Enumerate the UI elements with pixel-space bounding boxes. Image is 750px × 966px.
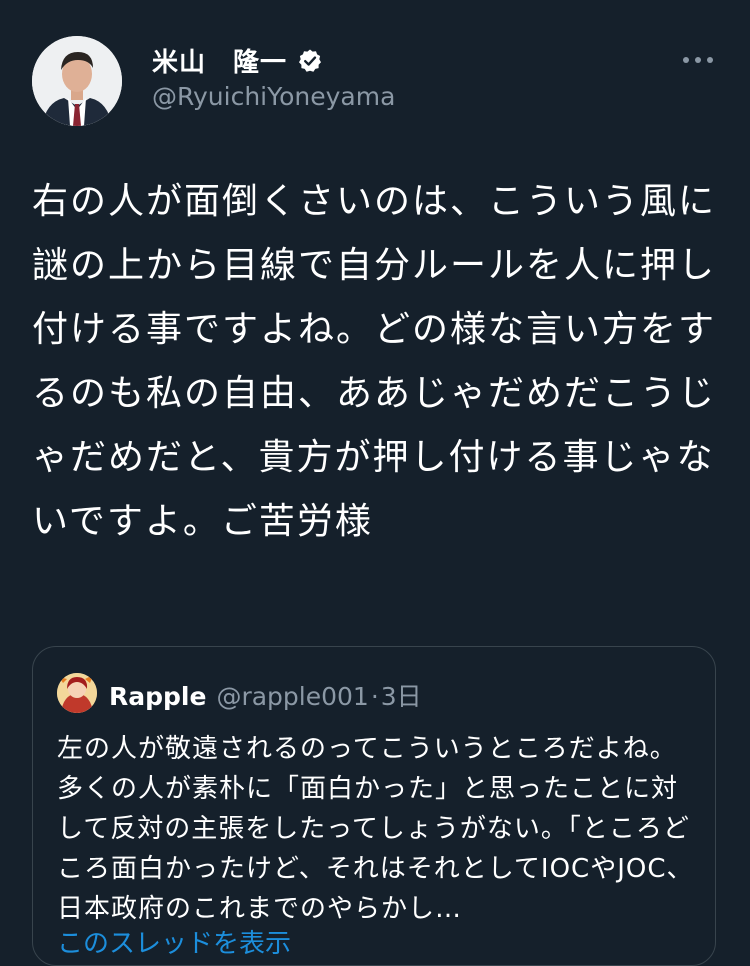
quoted-author-name[interactable]: Rapple xyxy=(109,682,206,711)
more-options-icon[interactable] xyxy=(678,48,718,72)
quoted-author-handle[interactable]: @rapple001 xyxy=(216,682,368,711)
quoted-tweet-card[interactable]: Rapple @rapple001 · 3日 左の人が敬遠されるのってこういうと… xyxy=(32,646,716,966)
author-avatar[interactable] xyxy=(32,36,122,126)
anime-character-avatar-icon xyxy=(57,673,97,713)
separator-dot: · xyxy=(370,682,379,711)
person-portrait-icon xyxy=(32,36,122,126)
quoted-author-avatar[interactable] xyxy=(57,673,97,713)
show-thread-link[interactable]: このスレッドを表示 xyxy=(57,923,291,960)
tweet-text: 右の人が面倒くさいのは、こういう風に謎の上から目線で自分ルールを人に押し付ける事… xyxy=(32,181,717,542)
author-handle[interactable]: @RyuichiYoneyama xyxy=(152,82,395,111)
verified-badge-icon xyxy=(297,48,323,74)
quoted-timestamp[interactable]: 3日 xyxy=(381,677,422,713)
quoted-tweet-text: 左の人が敬遠されるのってこういうところだよね。多くの人が素朴に「面白かった」と思… xyxy=(57,734,694,924)
author-name-row: 米山 隆一 xyxy=(152,42,323,79)
quoted-author-header: Rapple @rapple001 · 3日 xyxy=(109,677,422,713)
author-display-name[interactable]: 米山 隆一 xyxy=(152,42,287,79)
